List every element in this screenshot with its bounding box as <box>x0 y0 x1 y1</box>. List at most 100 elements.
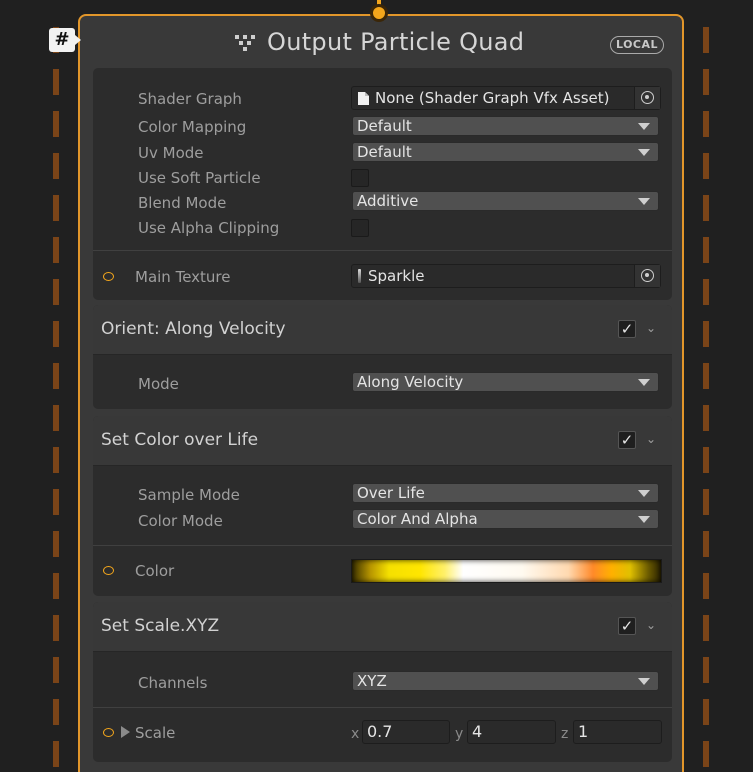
color-mode-label: Color Mode <box>138 512 223 530</box>
object-picker-icon[interactable] <box>634 87 660 109</box>
color-gradient-field[interactable] <box>351 559 662 583</box>
sample-mode-label: Sample Mode <box>138 486 240 504</box>
texture-thumbnail-icon <box>358 269 361 283</box>
scale-port[interactable] <box>103 728 114 737</box>
use-soft-particle-checkbox[interactable] <box>351 169 369 187</box>
scale-x-label: x <box>351 726 360 742</box>
flow-input-port[interactable] <box>370 4 388 22</box>
space-toggle[interactable]: LOCAL <box>610 36 664 54</box>
scale-xyz-block[interactable]: Set Scale.XYZ ✓ ⌄ Channels XYZ Scale x 0… <box>93 602 672 762</box>
main-texture-value: Sparkle <box>368 267 425 285</box>
color-mode-dropdown[interactable]: Color And Alpha <box>352 509 659 529</box>
right-flow-line <box>703 0 709 772</box>
flow-dash <box>53 615 59 641</box>
node-badge[interactable]: # <box>49 28 81 52</box>
flow-dash <box>703 531 709 557</box>
flow-dash <box>703 279 709 305</box>
flow-dash <box>53 321 59 347</box>
channels-value: XYZ <box>357 672 387 690</box>
use-alpha-clipping-checkbox[interactable] <box>351 219 369 237</box>
color-mapping-dropdown[interactable]: Default <box>352 116 659 136</box>
flow-dash <box>703 237 709 263</box>
output-settings-panel: Shader Graph None (Shader Graph Vfx Asse… <box>93 68 672 300</box>
sample-mode-dropdown[interactable]: Over Life <box>352 483 659 503</box>
main-texture-label: Main Texture <box>135 268 231 286</box>
dropdown-arrow-icon <box>638 123 650 130</box>
flow-dash <box>53 237 59 263</box>
flow-dash <box>53 489 59 515</box>
dropdown-arrow-icon <box>638 678 650 685</box>
main-texture-port[interactable] <box>103 272 114 281</box>
flow-dash <box>703 489 709 515</box>
channels-dropdown[interactable]: XYZ <box>352 671 659 691</box>
flow-dash <box>53 111 59 137</box>
scale-z-label: z <box>561 726 569 742</box>
section-divider <box>93 250 672 251</box>
flow-dash <box>703 573 709 599</box>
color-mode-value: Color And Alpha <box>357 510 478 528</box>
object-picker-icon[interactable] <box>634 265 660 287</box>
scale-z-input[interactable]: 1 <box>573 720 662 744</box>
flow-dash <box>703 27 709 53</box>
blend-mode-value: Additive <box>357 192 419 210</box>
flow-dash <box>703 153 709 179</box>
orient-block-header[interactable]: Orient: Along Velocity ✓ ⌄ <box>93 305 672 355</box>
orient-block-title: Orient: Along Velocity <box>101 319 286 339</box>
dropdown-arrow-icon <box>638 490 650 497</box>
use-alpha-clipping-label: Use Alpha Clipping <box>138 219 280 237</box>
flow-dash <box>703 69 709 95</box>
scale-xyz-enabled-checkbox[interactable]: ✓ <box>618 617 636 635</box>
flow-dash <box>53 153 59 179</box>
expand-triangle-icon[interactable] <box>121 726 130 738</box>
flow-dash <box>53 657 59 683</box>
uv-mode-dropdown[interactable]: Default <box>352 142 659 162</box>
chevron-down-icon[interactable]: ⌄ <box>644 432 658 446</box>
orient-mode-value: Along Velocity <box>357 373 464 391</box>
flow-dash <box>53 363 59 389</box>
blend-mode-label: Blend Mode <box>138 194 227 212</box>
scale-y-input[interactable]: 4 <box>467 720 556 744</box>
color-over-life-block[interactable]: Set Color over Life ✓ ⌄ Sample Mode Over… <box>93 416 672 596</box>
flow-dash <box>53 69 59 95</box>
shader-graph-value: None (Shader Graph Vfx Asset) <box>375 89 610 107</box>
node-header[interactable]: Output Particle Quad LOCAL <box>80 22 682 62</box>
chevron-down-icon[interactable]: ⌄ <box>644 618 658 632</box>
scale-xyz-header[interactable]: Set Scale.XYZ ✓ ⌄ <box>93 602 672 652</box>
flow-dash <box>703 657 709 683</box>
file-icon <box>358 92 369 105</box>
blend-mode-dropdown[interactable]: Additive <box>352 191 659 211</box>
flow-dash <box>703 111 709 137</box>
node-title: Output Particle Quad <box>267 28 525 56</box>
color-over-life-header[interactable]: Set Color over Life ✓ ⌄ <box>93 416 672 466</box>
flow-dash <box>53 741 59 767</box>
output-particle-quad-node[interactable]: Output Particle Quad LOCAL Shader Graph … <box>78 14 684 772</box>
flow-dash <box>703 405 709 431</box>
orient-mode-dropdown[interactable]: Along Velocity <box>352 372 659 392</box>
chevron-down-icon[interactable]: ⌄ <box>644 321 658 335</box>
sample-mode-value: Over Life <box>357 484 425 502</box>
color-over-life-title: Set Color over Life <box>101 430 259 450</box>
vfx-output-icon <box>235 35 255 51</box>
left-flow-line <box>53 0 59 772</box>
color-port[interactable] <box>103 566 114 575</box>
orient-mode-label: Mode <box>138 375 179 393</box>
shader-graph-label: Shader Graph <box>138 90 242 108</box>
dropdown-arrow-icon <box>638 149 650 156</box>
main-texture-field[interactable]: Sparkle <box>351 264 661 288</box>
flow-dash <box>53 279 59 305</box>
color-label: Color <box>135 562 175 580</box>
flow-dash <box>53 195 59 221</box>
flow-dash <box>53 699 59 725</box>
section-divider <box>93 545 672 546</box>
dropdown-arrow-icon <box>638 516 650 523</box>
scale-x-input[interactable]: 0.7 <box>362 720 450 744</box>
orient-enabled-checkbox[interactable]: ✓ <box>618 320 636 338</box>
orient-block[interactable]: Orient: Along Velocity ✓ ⌄ Mode Along Ve… <box>93 305 672 409</box>
flow-dash <box>703 447 709 473</box>
flow-dash <box>53 531 59 557</box>
color-over-life-enabled-checkbox[interactable]: ✓ <box>618 431 636 449</box>
scale-label: Scale <box>135 724 176 742</box>
shader-graph-field[interactable]: None (Shader Graph Vfx Asset) <box>351 86 661 110</box>
uv-mode-value: Default <box>357 143 412 161</box>
flow-dash <box>703 363 709 389</box>
